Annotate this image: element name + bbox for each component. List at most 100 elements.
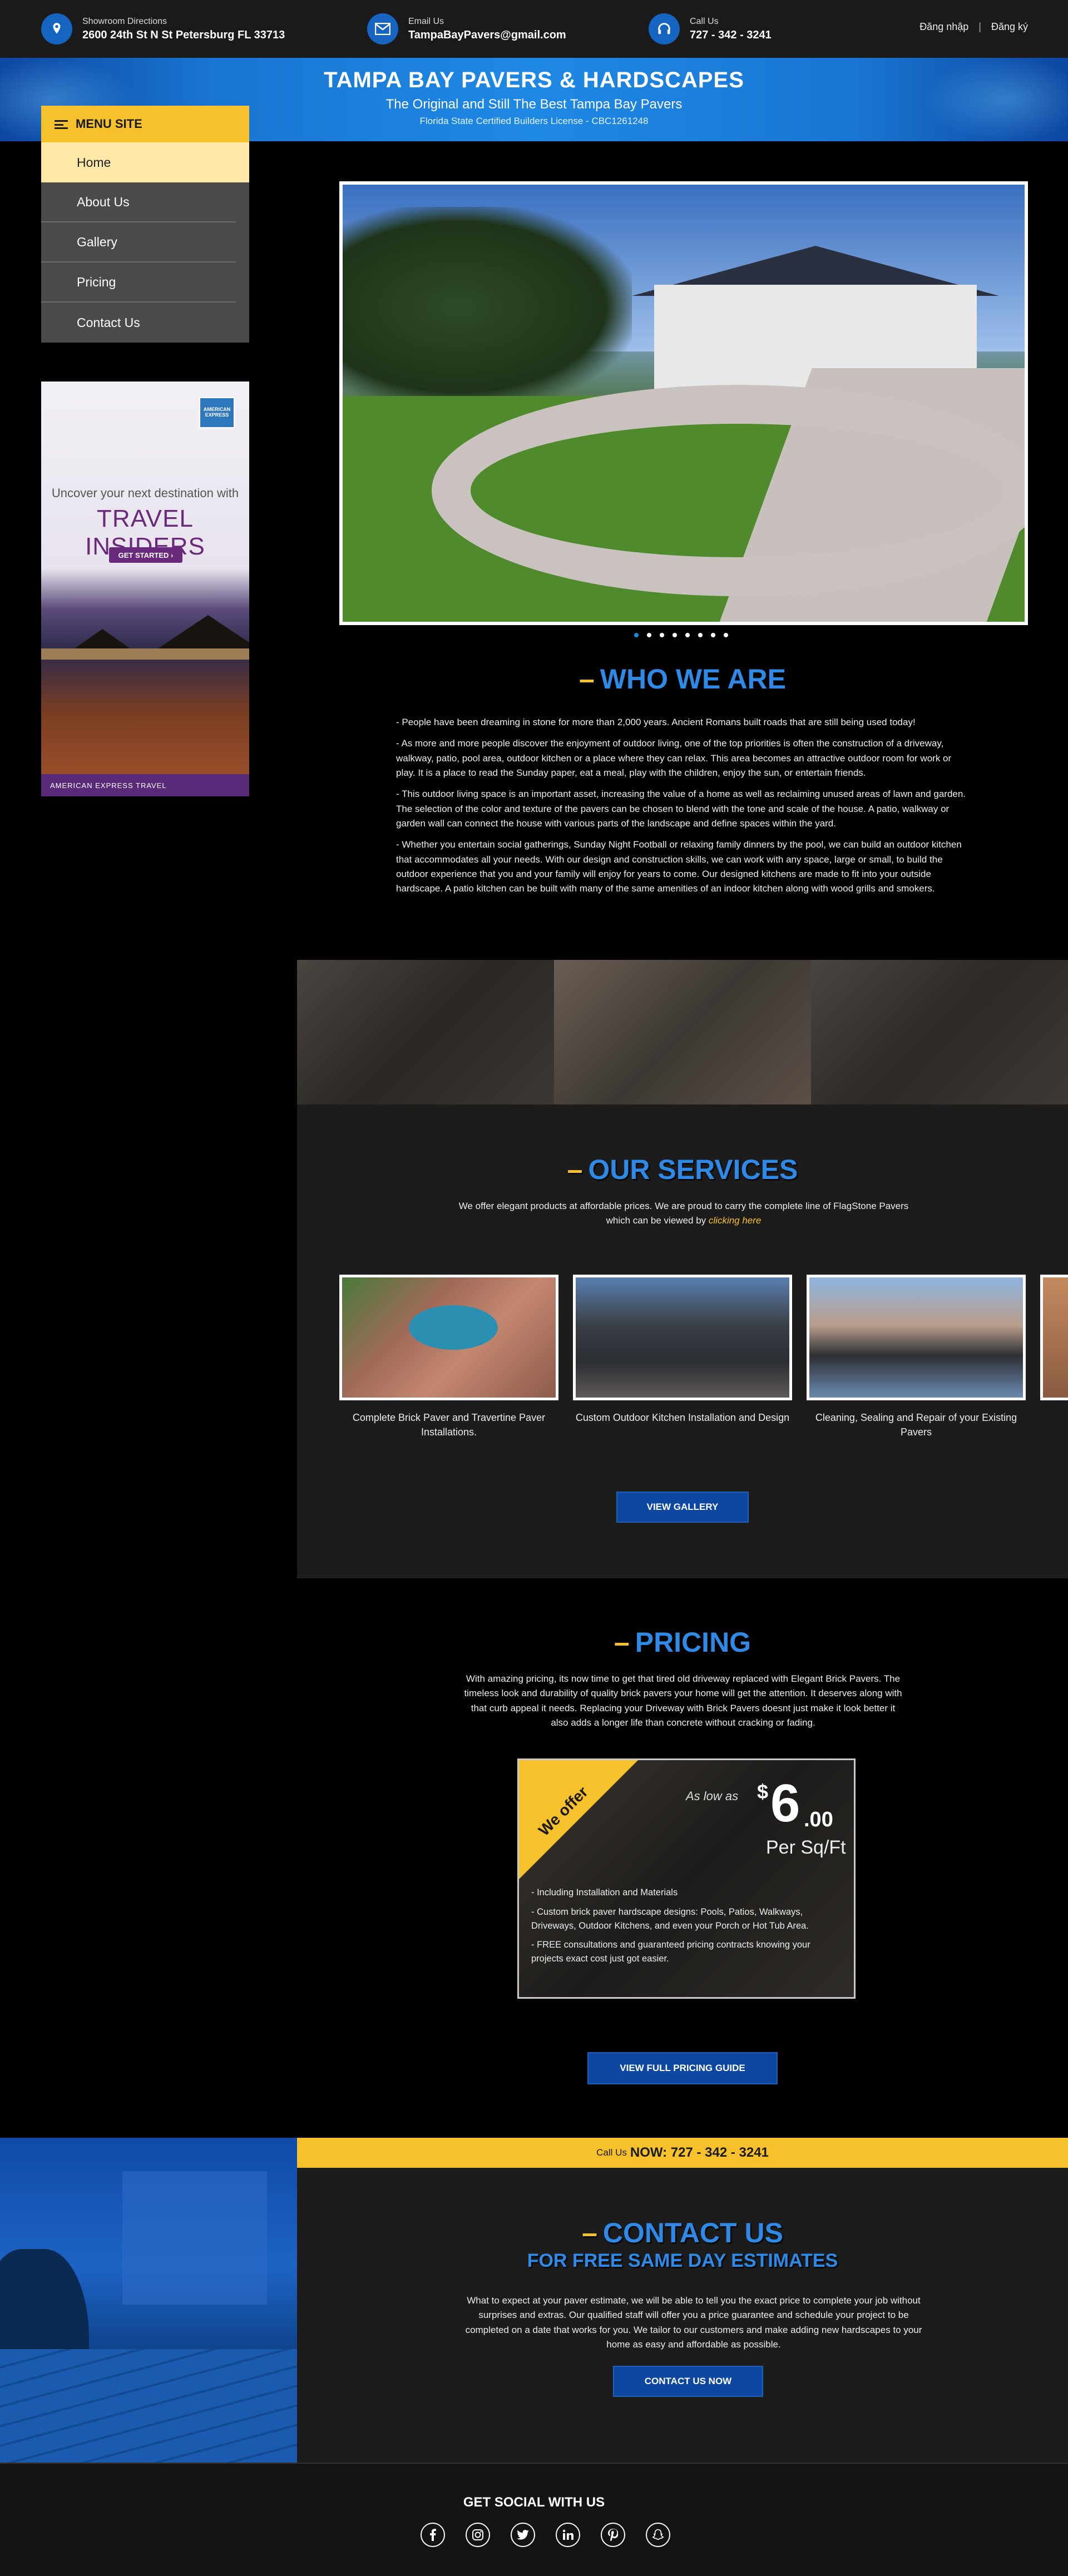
ad-get-started-button[interactable]: GET STARTED › xyxy=(109,547,182,563)
auth-divider: | xyxy=(978,21,981,32)
auth-links: Đăng nhập | Đăng ký xyxy=(919,21,1028,33)
login-link[interactable]: Đăng nhập xyxy=(919,21,968,33)
slider-dots xyxy=(634,633,728,637)
pricing-bullets: - Including Installation and Materials -… xyxy=(531,1886,843,1966)
pricing-title: PRICING xyxy=(635,1627,751,1658)
view-gallery-button[interactable]: VIEW GALLERY xyxy=(616,1492,749,1523)
paver-ground-graphic xyxy=(0,2349,297,2463)
menu-item-home[interactable]: Home xyxy=(41,142,249,182)
footer-title: GET SOCIAL WITH US xyxy=(463,2495,605,2510)
heading-dash: – xyxy=(614,1627,630,1658)
contact-text: What to expect at your paver estimate, w… xyxy=(465,2295,922,2350)
call-now-number[interactable]: NOW: 727 - 342 - 3241 xyxy=(630,2145,769,2161)
ad-light-graphic xyxy=(41,648,249,660)
view-pricing-guide-button[interactable]: VIEW FULL PRICING GUIDE xyxy=(587,2052,778,2084)
services-heading: – OUR SERVICES xyxy=(297,1153,1068,1186)
flagstone-link[interactable]: clicking here xyxy=(709,1215,762,1226)
contact-subheading: FOR FREE SAME DAY ESTIMATES xyxy=(527,2250,838,2271)
email-address[interactable]: TampaBayPavers@gmail.com xyxy=(408,29,566,42)
menu-header[interactable]: MENU SITE xyxy=(41,106,249,142)
headset-icon xyxy=(649,13,680,44)
as-low-as-label: As low as xyxy=(686,1789,739,1803)
instagram-icon[interactable] xyxy=(466,2523,490,2547)
worker-photo xyxy=(297,960,554,1104)
ad-hut-graphic xyxy=(158,615,249,648)
slider-dot[interactable] xyxy=(711,633,715,637)
slider-dot[interactable] xyxy=(673,633,677,637)
email-us[interactable]: Email Us TampaBayPavers@gmail.com xyxy=(367,13,566,44)
contact-title: CONTACT US xyxy=(602,2217,783,2248)
heading-dash: – xyxy=(582,2217,597,2248)
who-paragraph: - Whether you entertain social gathering… xyxy=(396,839,962,894)
currency-symbol: $ xyxy=(757,1780,769,1803)
menu-item-contact-us[interactable]: Contact Us xyxy=(41,303,236,343)
linkedin-icon[interactable] xyxy=(556,2523,580,2547)
building-graphic xyxy=(122,2171,267,2305)
site-menu: MENU SITE Home About Us Gallery Pricing … xyxy=(41,106,249,343)
ad-hut-graphic xyxy=(75,629,130,648)
contact-side-photo xyxy=(0,2138,297,2463)
chevron-right-icon: › xyxy=(171,551,174,559)
showroom-directions[interactable]: Showroom Directions 2600 24th St N St Pe… xyxy=(41,13,285,44)
call-label: Call Us xyxy=(690,16,719,26)
pricing-bullet: - Including Installation and Materials xyxy=(531,1888,678,1898)
pricing-offer-box: We offer As low as $ 6 .00 Per Sq/Ft - I… xyxy=(517,1758,856,1999)
menu-item-pricing[interactable]: Pricing xyxy=(41,262,236,303)
location-pin-icon xyxy=(41,13,72,44)
contact-heading: – CONTACT US xyxy=(297,2217,1068,2249)
pinterest-icon[interactable] xyxy=(601,2523,625,2547)
heading-dash: – xyxy=(567,1154,583,1185)
slider-dot[interactable] xyxy=(647,633,651,637)
pricing-bullet: - FREE consultations and guaranteed pric… xyxy=(531,1940,810,1964)
facebook-icon[interactable] xyxy=(421,2523,445,2547)
slider-dot[interactable] xyxy=(634,633,639,637)
hamburger-icon xyxy=(55,120,68,129)
slider-driveway-loop xyxy=(432,385,1025,596)
menu-item-about-us[interactable]: About Us xyxy=(41,182,236,222)
service-card-sealing[interactable] xyxy=(807,1275,1026,1400)
service-card-partial[interactable] xyxy=(1040,1275,1068,1400)
email-label: Email Us xyxy=(408,16,444,26)
showroom-label: Showroom Directions xyxy=(82,16,167,26)
who-paragraph: - People have been dreaming in stone for… xyxy=(396,717,916,727)
menu-title: MENU SITE xyxy=(76,117,142,131)
service-card-pavers[interactable] xyxy=(339,1275,558,1400)
services-title: OUR SERVICES xyxy=(588,1154,798,1185)
offer-ribbon xyxy=(519,1760,641,1883)
service-card-kitchen[interactable] xyxy=(573,1275,792,1400)
slider-dot[interactable] xyxy=(660,633,664,637)
amex-logo: AMERICAN EXPRESS xyxy=(199,397,235,428)
who-we-are-title: WHO WE ARE xyxy=(600,663,787,695)
slider-dot[interactable] xyxy=(698,633,703,637)
phone-number[interactable]: 727 - 342 - 3241 xyxy=(690,29,772,42)
site-title[interactable]: TAMPA BAY PAVERS & HARDSCAPES xyxy=(0,68,1068,93)
call-prefix: Call Us xyxy=(596,2147,627,2158)
ad-line-1: Uncover your next destination with xyxy=(51,486,239,500)
price-unit: Per Sq/Ft xyxy=(766,1837,846,1858)
services-intro: We offer elegant products at affordable … xyxy=(452,1199,916,1228)
service-caption: Cleaning, Sealing and Repair of your Exi… xyxy=(815,1412,1017,1438)
menu-list: Home About Us Gallery Pricing Contact Us xyxy=(41,142,249,343)
pricing-intro: With amazing pricing, its now time to ge… xyxy=(464,1673,902,1728)
services-intro-text: We offer elegant products at affordable … xyxy=(458,1201,909,1226)
slider-dot[interactable] xyxy=(685,633,690,637)
hero-slider-image[interactable] xyxy=(339,181,1028,625)
menu-item-gallery[interactable]: Gallery xyxy=(41,222,236,262)
workers-photo-strip xyxy=(297,960,1068,1104)
travel-advertisement[interactable]: AMERICAN EXPRESS Uncover your next desti… xyxy=(41,382,249,796)
top-bar: Showroom Directions 2600 24th St N St Pe… xyxy=(0,0,1068,58)
slider-dot[interactable] xyxy=(724,633,728,637)
register-link[interactable]: Đăng ký xyxy=(991,21,1028,33)
call-us[interactable]: Call Us 727 - 342 - 3241 xyxy=(649,13,772,44)
snapchat-icon[interactable] xyxy=(646,2523,670,2547)
contact-us-now-button[interactable]: CONTACT US NOW xyxy=(613,2366,763,2397)
who-paragraph: - This outdoor living space is an import… xyxy=(396,789,966,829)
price-cents: .00 xyxy=(804,1808,833,1831)
site-footer: GET SOCIAL WITH US xyxy=(0,2463,1068,2576)
call-now-bar[interactable]: Call Us NOW: 727 - 342 - 3241 xyxy=(297,2138,1068,2168)
price-whole: 6 xyxy=(770,1774,800,1833)
pool-graphic xyxy=(409,1305,498,1350)
service-caption: Custom Outdoor Kitchen Installation and … xyxy=(575,1412,790,1423)
showroom-address[interactable]: 2600 24th St N St Petersburg FL 33713 xyxy=(82,29,285,42)
twitter-icon[interactable] xyxy=(511,2523,535,2547)
